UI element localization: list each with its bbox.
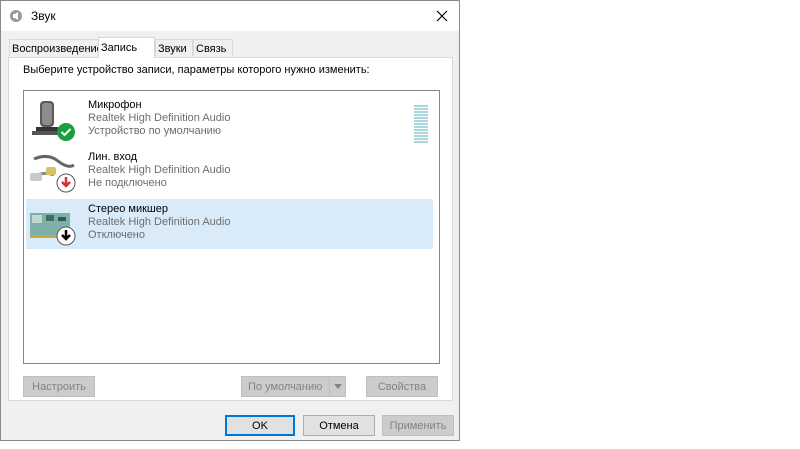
chevron-down-icon[interactable] (329, 377, 345, 396)
speaker-icon (10, 10, 22, 22)
default-check-icon (57, 123, 75, 141)
device-name: Лин. вход (88, 151, 138, 163)
list-item[interactable]: Стерео микшер Realtek High Definition Au… (26, 199, 433, 249)
set-default-button[interactable]: По умолчанию (241, 376, 346, 397)
device-driver: Realtek High Definition Audio (88, 164, 231, 176)
instruction-text: Выберите устройство записи, параметры ко… (23, 64, 370, 76)
device-driver: Realtek High Definition Audio (88, 112, 231, 124)
properties-button[interactable]: Свойства (366, 376, 438, 397)
sound-dialog: Звук Воспроизведение Запись Звуки Связь … (0, 0, 460, 441)
device-list[interactable]: Микрофон Realtek High Definition Audio У… (23, 90, 440, 364)
device-driver: Realtek High Definition Audio (88, 216, 231, 228)
close-button[interactable] (425, 1, 459, 31)
cancel-button[interactable]: Отмена (303, 415, 375, 436)
device-status: Не подключено (88, 177, 167, 189)
tab-recording[interactable]: Запись (98, 37, 155, 58)
title-bar[interactable]: Звук (1, 1, 459, 31)
recording-panel: Выберите устройство записи, параметры ко… (8, 57, 453, 401)
tab-sounds[interactable]: Звуки (155, 39, 193, 56)
sound-card-icon (30, 213, 76, 246)
close-icon (436, 10, 448, 22)
tab-playback[interactable]: Воспроизведение (9, 39, 103, 56)
list-item[interactable]: Лин. вход Realtek High Definition Audio … (26, 147, 433, 197)
line-in-cable-icon (30, 154, 76, 193)
window-title: Звук (31, 9, 56, 23)
device-status: Отключено (88, 229, 145, 241)
level-meter (414, 105, 428, 144)
apply-button[interactable]: Применить (382, 415, 454, 436)
device-name: Микрофон (88, 99, 142, 111)
ok-button[interactable]: OK (225, 415, 295, 436)
device-name: Стерео микшер (88, 203, 168, 215)
set-default-label: По умолчанию (248, 380, 323, 393)
device-status: Устройство по умолчанию (88, 125, 222, 137)
configure-button[interactable]: Настроить (23, 376, 95, 397)
list-item[interactable]: Микрофон Realtek High Definition Audio У… (26, 95, 433, 145)
microphone-icon (32, 101, 75, 141)
tab-communications[interactable]: Связь (193, 39, 233, 56)
